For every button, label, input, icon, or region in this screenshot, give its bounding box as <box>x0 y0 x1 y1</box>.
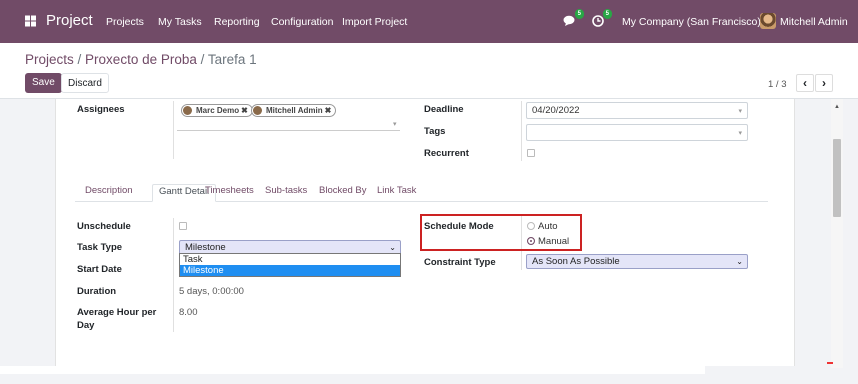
unschedule-checkbox[interactable] <box>179 222 187 230</box>
average-hour-value: 8.00 <box>179 307 198 318</box>
assignee-name: Mitchell Admin <box>266 106 323 115</box>
apps-menu-icon[interactable] <box>25 15 36 27</box>
scroll-up-arrow-icon[interactable]: ▲ <box>834 104 840 110</box>
pager-next-button[interactable]: › <box>815 74 833 92</box>
constraint-type-label: Constraint Type <box>424 257 496 268</box>
user-menu[interactable]: Mitchell Admin <box>780 16 848 28</box>
deadline-label: Deadline <box>424 104 464 115</box>
menu-import-project[interactable]: Import Project <box>342 16 407 28</box>
breadcrumb-projects[interactable]: Projects <box>25 52 74 67</box>
assignees-label: Assignees <box>77 104 125 115</box>
remove-tag-icon[interactable]: ✖ <box>241 106 248 115</box>
deadline-value: 04/20/2022 <box>532 105 580 116</box>
deadline-input[interactable]: 04/20/2022 ▾ <box>526 102 748 119</box>
top-navbar: Project Projects My Tasks Reporting Conf… <box>0 0 858 43</box>
avatar <box>183 106 192 115</box>
assignee-name: Marc Demo <box>196 106 240 115</box>
remove-tag-icon[interactable]: ✖ <box>325 106 332 115</box>
average-hour-label: Average Hour per <box>77 307 157 318</box>
duration-value: 5 days, 0:00:00 <box>179 286 244 297</box>
breadcrumb-project[interactable]: Proxecto de Proba <box>85 52 197 67</box>
menu-projects[interactable]: Projects <box>106 16 144 28</box>
activity-clock-icon[interactable]: 5 <box>591 9 612 28</box>
menu-configuration[interactable]: Configuration <box>271 16 333 28</box>
recurrent-label: Recurrent <box>424 148 469 159</box>
unschedule-label: Unschedule <box>77 221 131 232</box>
task-type-label: Task Type <box>77 242 123 253</box>
tab-link-task[interactable]: Link Task <box>371 184 422 202</box>
breadcrumb-current-task: Tarefa 1 <box>207 52 257 67</box>
bottom-strip <box>0 366 705 374</box>
breadcrumb-separator: / <box>196 52 208 67</box>
assignee-tag[interactable]: Marc Demo ✖ <box>181 104 253 117</box>
chevron-down-icon[interactable]: ▾ <box>393 120 397 128</box>
field-separator <box>173 218 174 332</box>
breadcrumb: Projects / Proxecto de Proba / Tarefa 1 <box>25 52 257 67</box>
highlight-annotation <box>420 214 582 251</box>
breadcrumb-separator: / <box>73 52 86 67</box>
scrollbar-thumb[interactable] <box>833 139 841 217</box>
discard-button[interactable]: Discard <box>61 73 109 93</box>
assignees-field[interactable]: Marc Demo ✖ Mitchell Admin ✖ ▾ <box>177 101 400 131</box>
menu-reporting[interactable]: Reporting <box>214 16 260 28</box>
messages-count-badge: 5 <box>574 9 584 19</box>
chevron-down-icon[interactable]: ▾ <box>738 126 742 141</box>
tags-label: Tags <box>424 126 446 137</box>
tab-description[interactable]: Description <box>79 184 139 202</box>
pager-value[interactable]: 1 / 3 <box>768 79 787 90</box>
duration-label: Duration <box>77 286 117 297</box>
tab-sub-tasks[interactable]: Sub-tasks <box>259 184 313 202</box>
avatar <box>253 106 262 115</box>
assignee-tag[interactable]: Mitchell Admin ✖ <box>251 104 337 117</box>
task-type-options: Task Milestone <box>179 253 401 277</box>
tab-timesheets[interactable]: Timesheets <box>199 184 260 202</box>
start-date-label: Start Date <box>77 264 122 275</box>
pager-previous-button[interactable]: ‹ <box>796 74 814 92</box>
indicator-mark <box>827 362 833 364</box>
option-task[interactable]: Task <box>180 254 400 265</box>
field-separator <box>521 101 522 161</box>
task-type-value: Milestone <box>185 242 226 253</box>
field-separator <box>173 101 174 159</box>
menu-my-tasks[interactable]: My Tasks <box>158 16 202 28</box>
tags-input[interactable]: ▾ <box>526 124 748 141</box>
company-switcher[interactable]: My Company (San Francisco) <box>622 16 761 28</box>
constraint-type-value: As Soon As Possible <box>532 256 620 267</box>
average-hour-label-line2: Day <box>77 320 95 331</box>
save-button[interactable]: Save <box>25 73 62 93</box>
constraint-type-select[interactable]: As Soon As Possible ⌄ <box>526 254 748 269</box>
messages-icon[interactable]: 5 <box>563 9 584 28</box>
notebook-tabs: Description Gantt Detail Timesheets Sub-… <box>75 184 768 202</box>
tab-blocked-by[interactable]: Blocked By <box>313 184 373 202</box>
user-avatar[interactable] <box>760 13 776 29</box>
app-brand[interactable]: Project <box>46 12 93 29</box>
chevron-down-icon: ⌄ <box>736 257 743 266</box>
activities-count-badge: 5 <box>602 9 612 19</box>
option-milestone[interactable]: Milestone <box>180 265 400 276</box>
control-panel: Projects / Proxecto de Proba / Tarefa 1 … <box>0 43 858 99</box>
recurrent-checkbox[interactable] <box>527 149 535 157</box>
chevron-down-icon[interactable]: ▾ <box>738 104 742 119</box>
